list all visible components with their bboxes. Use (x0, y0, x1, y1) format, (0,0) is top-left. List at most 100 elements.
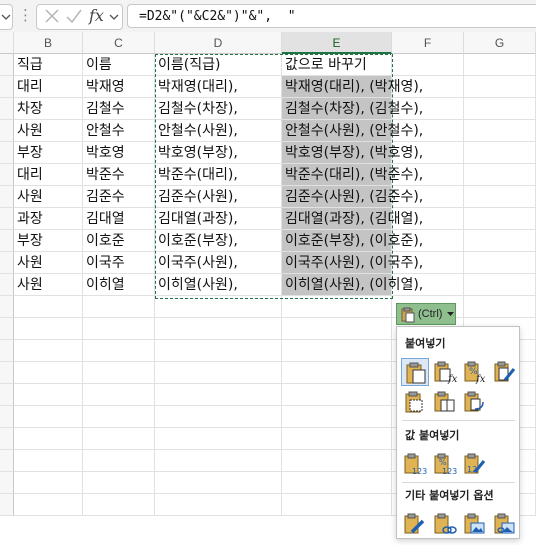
cell-b[interactable]: 사원 (14, 120, 83, 142)
cell-empty[interactable] (155, 450, 282, 472)
formula-input[interactable]: =D2&"("&C2&")"&", " (127, 4, 536, 28)
cell-d[interactable]: 박재영(대리), (155, 76, 282, 98)
select-all-corner[interactable] (0, 32, 14, 54)
cell-empty[interactable] (83, 450, 155, 472)
cell-empty[interactable] (14, 450, 83, 472)
cell-empty[interactable] (14, 428, 83, 450)
cell-empty[interactable] (464, 54, 536, 76)
header-cell-d[interactable]: 이름(직급) (155, 54, 282, 76)
row-header[interactable] (0, 472, 14, 494)
cell-b[interactable]: 사원 (14, 252, 83, 274)
paste-picture-icon[interactable] (461, 510, 489, 538)
cell-d[interactable]: 이호준(부장), (155, 230, 282, 252)
cell-d[interactable]: 김철수(차장), (155, 98, 282, 120)
column-header-b[interactable]: B (14, 32, 83, 54)
cell-empty[interactable] (14, 384, 83, 406)
cell-d[interactable]: 박준수(대리), (155, 164, 282, 186)
cell-empty[interactable] (83, 362, 155, 384)
cell-e[interactable]: 박호영(부장), (박호영), (282, 142, 423, 164)
column-header-c[interactable]: C (83, 32, 155, 54)
cell-empty[interactable] (14, 472, 83, 494)
paste-no-borders-icon[interactable] (401, 388, 429, 416)
cell-empty[interactable] (83, 384, 155, 406)
cell-empty[interactable] (155, 340, 282, 362)
cell-b[interactable]: 사원 (14, 186, 83, 208)
column-header-f[interactable]: F (392, 32, 464, 54)
cell-empty[interactable] (83, 472, 155, 494)
row-header[interactable] (0, 450, 14, 472)
row-header[interactable] (0, 164, 14, 186)
paste-values-source-formatting-icon[interactable]: 12 (461, 450, 489, 478)
cell-c[interactable]: 이히열 (83, 274, 155, 296)
cell-empty[interactable] (282, 494, 392, 516)
cell-empty[interactable] (83, 296, 155, 318)
row-header[interactable] (0, 362, 14, 384)
paste-values-icon[interactable]: 123 (401, 450, 429, 478)
row-header[interactable] (0, 428, 14, 450)
cell-b[interactable]: 과장 (14, 208, 83, 230)
row-header[interactable] (0, 98, 14, 120)
paste-link-icon[interactable] (431, 510, 459, 538)
cell-b[interactable]: 부장 (14, 142, 83, 164)
cell-b[interactable]: 부장 (14, 230, 83, 252)
row-header[interactable] (0, 406, 14, 428)
cell-empty[interactable] (155, 362, 282, 384)
cell-d[interactable]: 이히열(사원), (155, 274, 282, 296)
cell-c[interactable]: 박호영 (83, 142, 155, 164)
row-header[interactable] (0, 318, 14, 340)
cell-empty[interactable] (282, 428, 392, 450)
paste-keep-column-widths-icon[interactable] (431, 388, 459, 416)
cell-empty[interactable] (464, 120, 536, 142)
cell-empty[interactable] (464, 274, 536, 296)
row-header[interactable] (0, 340, 14, 362)
cell-c[interactable]: 이국주 (83, 252, 155, 274)
cell-empty[interactable] (464, 252, 536, 274)
cell-empty[interactable] (464, 186, 536, 208)
cell-empty[interactable] (282, 406, 392, 428)
cell-e[interactable]: 이국주(사원), (이국주), (282, 252, 423, 274)
cell-empty[interactable] (155, 318, 282, 340)
cell-b[interactable]: 사원 (14, 274, 83, 296)
cell-empty[interactable] (464, 230, 536, 252)
cell-empty[interactable] (464, 76, 536, 98)
cell-e[interactable]: 박준수(대리), (박준수), (282, 164, 423, 186)
cell-empty[interactable] (155, 428, 282, 450)
cell-empty[interactable] (83, 494, 155, 516)
cell-d[interactable]: 박호영(부장), (155, 142, 282, 164)
paste-linked-picture-icon[interactable] (491, 510, 519, 538)
header-cell-f[interactable] (392, 54, 464, 76)
cell-d[interactable]: 김대열(과장), (155, 208, 282, 230)
cell-empty[interactable] (83, 318, 155, 340)
cell-empty[interactable] (14, 318, 83, 340)
cell-empty[interactable] (14, 406, 83, 428)
paste-formatting-icon[interactable] (401, 510, 429, 538)
header-cell-c[interactable]: 이름 (83, 54, 155, 76)
cell-empty[interactable] (282, 450, 392, 472)
cell-d[interactable]: 김준수(사원), (155, 186, 282, 208)
cell-empty[interactable] (464, 208, 536, 230)
cell-empty[interactable] (83, 428, 155, 450)
cell-c[interactable]: 김철수 (83, 98, 155, 120)
cell-empty[interactable] (282, 296, 392, 318)
cell-c[interactable]: 김준수 (83, 186, 155, 208)
cell-d[interactable]: 안철수(사원), (155, 120, 282, 142)
cancel-icon[interactable] (43, 7, 61, 25)
cell-empty[interactable] (155, 296, 282, 318)
cell-empty[interactable] (14, 340, 83, 362)
cell-empty[interactable] (464, 164, 536, 186)
cell-empty[interactable] (83, 406, 155, 428)
row-header[interactable] (0, 186, 14, 208)
cell-empty[interactable] (14, 494, 83, 516)
cell-empty[interactable] (155, 494, 282, 516)
cell-b[interactable]: 차장 (14, 98, 83, 120)
more-icon[interactable]: ⋮ (18, 6, 33, 24)
cell-empty[interactable] (282, 472, 392, 494)
row-header[interactable] (0, 142, 14, 164)
cell-empty[interactable] (282, 384, 392, 406)
header-cell-b[interactable]: 직급 (14, 54, 83, 76)
cell-e[interactable]: 이호준(부장), (이호준), (282, 230, 423, 252)
chevron-down-icon[interactable] (109, 13, 119, 21)
paste-options-button[interactable]: (Ctrl) (396, 303, 456, 325)
paste-formulas-number-format-icon[interactable]: % fx (461, 358, 489, 386)
row-header[interactable] (0, 120, 14, 142)
